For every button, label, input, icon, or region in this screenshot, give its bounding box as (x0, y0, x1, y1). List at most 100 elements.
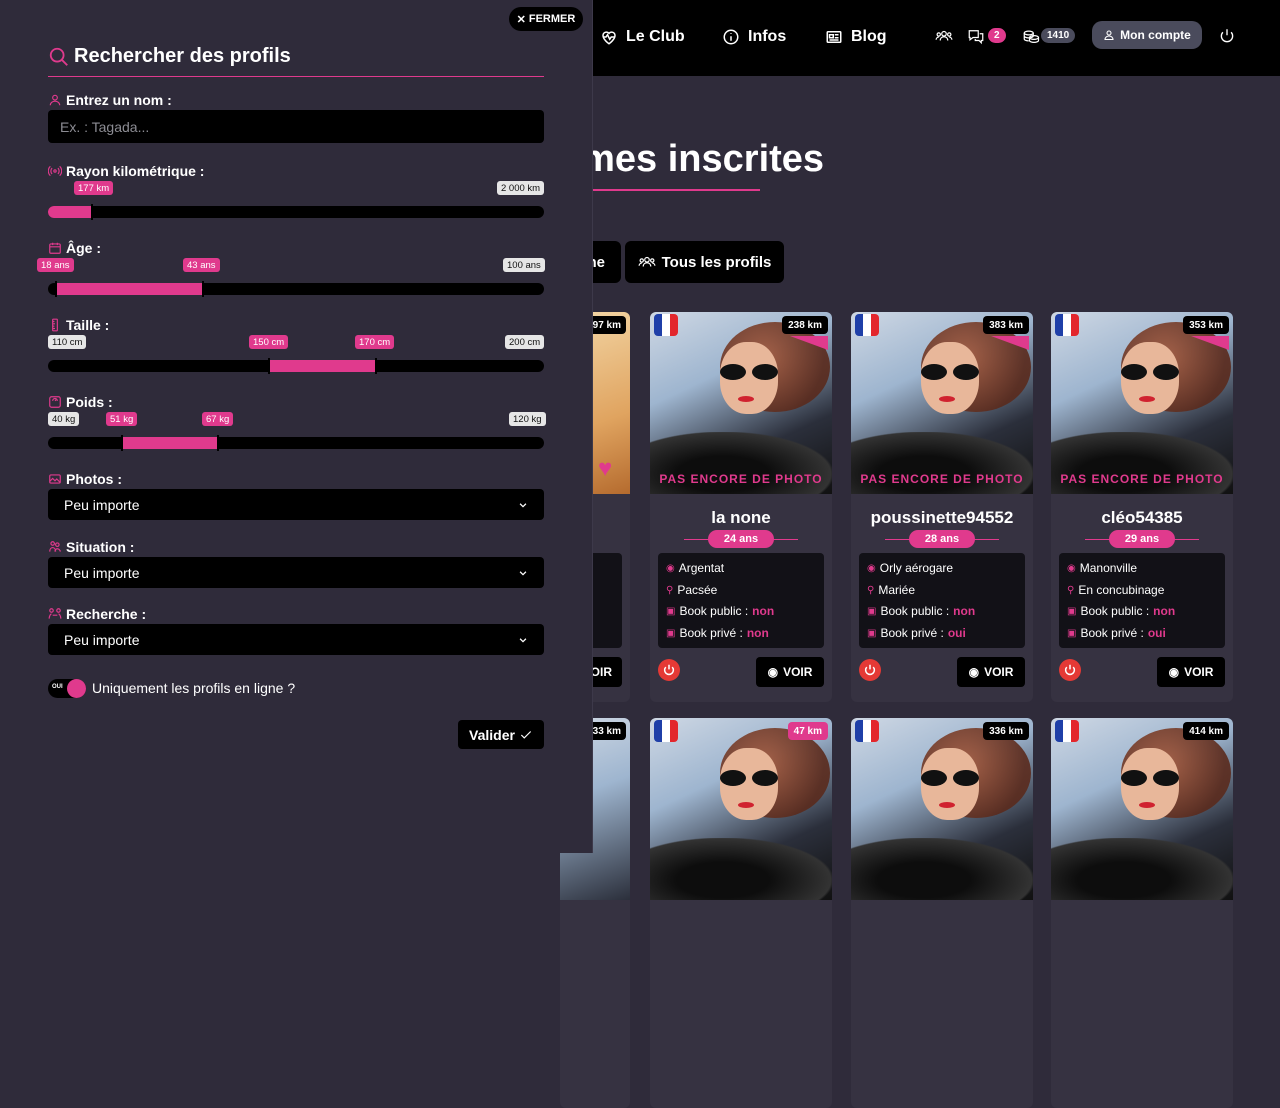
profile-name[interactable]: poussinette94552 (851, 508, 1033, 528)
profile-photo[interactable]: 336 km (851, 718, 1033, 900)
height-min-handle[interactable] (268, 358, 270, 374)
weight-max-tip: 67 kg (202, 412, 234, 426)
nav-infos[interactable]: Infos (722, 24, 786, 50)
location-pin-icon: ◉ (666, 563, 675, 574)
distance-badge: 97 km (587, 316, 626, 334)
age-badge: 28 ans (909, 530, 975, 548)
voir-button[interactable]: ◉ VOIR (1157, 657, 1225, 687)
weight-slider[interactable] (48, 435, 544, 451)
tab-all-profiles[interactable]: Tous les profils (625, 241, 784, 283)
profile-card: 383 km PAS ENCORE DE PHOTO poussinette94… (851, 312, 1033, 702)
radius-slider[interactable] (48, 204, 544, 220)
weight-max-handle[interactable] (217, 435, 219, 451)
close-panel-button[interactable]: ✕ FERMER (509, 7, 583, 31)
offline-power-icon (1059, 659, 1081, 681)
location-pin-icon: ◉ (867, 563, 876, 574)
book-private-value: oui (947, 625, 966, 640)
name-input[interactable]: Ex. : Tagada... (48, 110, 544, 143)
no-photo-label: PAS ENCORE DE PHOTO (659, 472, 823, 486)
book-public-value: non (953, 604, 976, 618)
age-slider[interactable] (48, 281, 544, 297)
search-type-select[interactable]: Peu importe (48, 624, 544, 655)
photo-album-icon: ▣ (666, 606, 676, 617)
book-public-label: Book public : (679, 604, 749, 618)
radius-label: Rayon kilométrique : (48, 163, 204, 179)
name-label: Entrez un nom : (48, 92, 172, 108)
my-account-button[interactable]: Mon compte (1092, 21, 1202, 49)
nav-blog[interactable]: Blog (825, 24, 887, 50)
profile-photo[interactable]: 414 km (1051, 718, 1233, 900)
ruler-icon (52, 318, 58, 332)
scale-icon (49, 396, 61, 408)
radius-slider-handle[interactable] (91, 204, 93, 220)
profile-name[interactable]: la none (650, 508, 832, 528)
situation-label-text: Situation : (66, 539, 135, 555)
book-private-label: Book privé : (679, 625, 743, 640)
situation-select[interactable]: Peu importe (48, 557, 544, 588)
page-title: ames inscrites (560, 138, 825, 180)
eye-icon: ◉ (1168, 665, 1180, 679)
france-flag-icon (855, 720, 879, 742)
heart-pulse-icon (602, 31, 616, 45)
panel-title: Rechercher des profils (48, 45, 291, 68)
distance-badge: 353 km (1183, 316, 1229, 334)
nav-le-club-label: Le Club (626, 28, 685, 45)
weight-min-handle[interactable] (121, 435, 123, 451)
height-slider[interactable] (48, 358, 544, 374)
age-badge: 29 ans (1109, 530, 1175, 548)
profile-info: ◉ Argentat ⚲ Pacsée ▣ Book public : non ▣ Bo… (658, 553, 824, 648)
radar-icon (48, 165, 62, 177)
book-private-label: Book privé : (1080, 625, 1144, 640)
rings-icon: ⚲ (1067, 584, 1075, 596)
voir-button[interactable]: ◉ VOIR (957, 657, 1025, 687)
panel-title-text: Rechercher des profils (74, 45, 291, 67)
members-icon[interactable] (933, 25, 955, 47)
france-flag-icon (1055, 720, 1079, 742)
age-min-tip: 18 ans (37, 258, 74, 272)
search-type-label-text: Recherche : (66, 606, 147, 622)
height-label: Taille : (48, 317, 109, 333)
messages-icon[interactable] (965, 25, 987, 47)
profile-photo[interactable]: 353 km PAS ENCORE DE PHOTO (1051, 312, 1233, 494)
coins-icon[interactable] (1020, 25, 1042, 47)
submit-button[interactable]: Valider (458, 720, 544, 749)
photos-select[interactable]: Peu importe (48, 489, 544, 520)
photo-album-icon: ▣ (1067, 606, 1077, 617)
voir-button[interactable]: ◉ VOIR (756, 657, 824, 687)
close-icon: ✕ (516, 13, 526, 26)
city: Manonville (1079, 561, 1138, 575)
search-type-select-value: Peu importe (64, 631, 140, 648)
profile-card: 238 km PAS ENCORE DE PHOTO la none 24 an… (650, 312, 832, 702)
profile-photo[interactable]: 47 km (650, 718, 832, 900)
toggle-knob (67, 679, 86, 698)
profile-photo[interactable]: 238 km PAS ENCORE DE PHOTO (650, 312, 832, 494)
photo-album-icon: ▣ (867, 627, 877, 639)
online-only-toggle[interactable]: OUI (48, 679, 86, 698)
profile-photo[interactable]: 383 km PAS ENCORE DE PHOTO (851, 312, 1033, 494)
book-private-value: non (746, 625, 769, 640)
age-max-tip: 43 ans (183, 258, 220, 272)
age-min-handle[interactable] (55, 281, 57, 297)
situation-select-value: Peu importe (64, 564, 140, 581)
voir-label: VOIR (783, 665, 813, 679)
age-limit-tip: 100 ans (503, 258, 545, 272)
voir-label: VOIR (1184, 665, 1214, 679)
profile-card: 353 km PAS ENCORE DE PHOTO cléo54385 29 … (1051, 312, 1233, 702)
profile-name[interactable]: cléo54385 (1051, 508, 1233, 528)
nav-le-club[interactable]: Le Club (600, 24, 685, 50)
height-slider-fill (268, 360, 376, 372)
age-label-text: Âge : (66, 240, 101, 256)
chevron-down-icon (519, 502, 527, 508)
logout-power-icon[interactable] (1216, 25, 1238, 47)
voir-label: VOIR (984, 665, 1014, 679)
tab-all-profiles-label: Tous les profils (661, 253, 772, 271)
book-public-value: non (752, 604, 775, 618)
age-max-handle[interactable] (202, 281, 204, 297)
photos-select-value: Peu importe (64, 496, 140, 513)
height-limit-max-tip: 200 cm (505, 335, 545, 349)
distance-badge: 33 km (587, 722, 626, 740)
image-icon (49, 474, 61, 484)
chevron-down-icon (519, 570, 527, 576)
height-max-handle[interactable] (375, 358, 377, 374)
radius-max-tip: 2 000 km (497, 181, 545, 195)
